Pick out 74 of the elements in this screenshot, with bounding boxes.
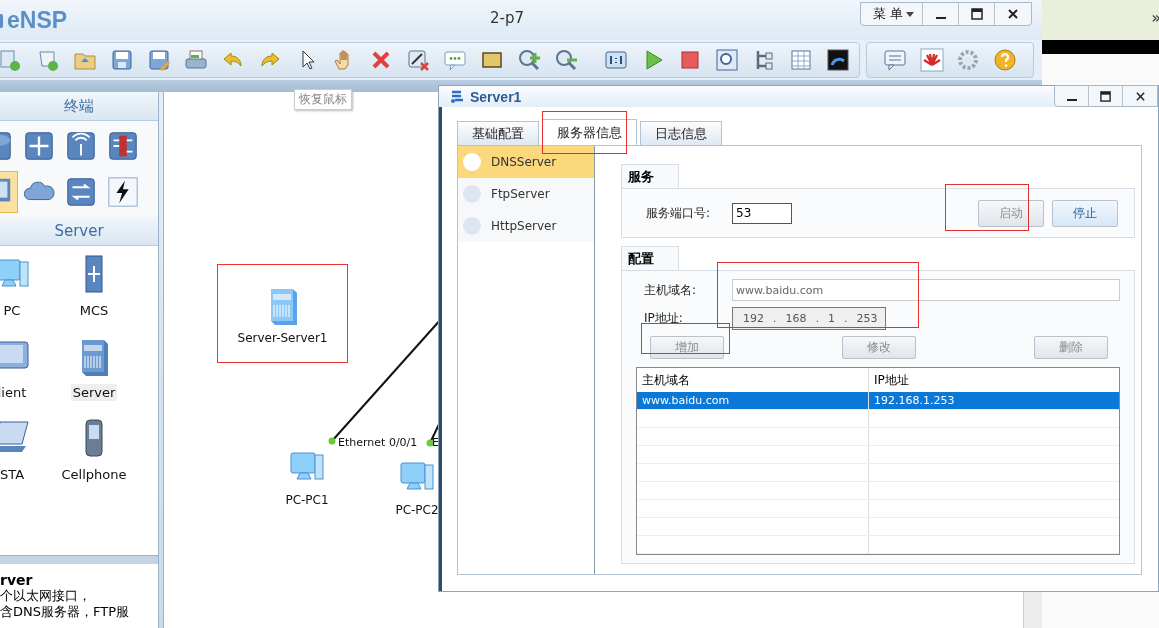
node-label: PC-PC1 xyxy=(285,493,329,507)
capture-icon[interactable] xyxy=(715,48,739,72)
window-title: 2-p7 xyxy=(490,9,525,27)
service-item[interactable]: FtpServer xyxy=(458,178,594,210)
screen-icon[interactable] xyxy=(826,48,850,72)
status-dot-icon xyxy=(463,153,481,171)
service-item[interactable]: DNSServer xyxy=(458,146,594,178)
table-row[interactable]: www.baidu.com 192.168.1.253 xyxy=(637,392,1119,410)
menu-button[interactable]: 菜 单 xyxy=(860,3,923,25)
domain-input[interactable]: www.baidu.com xyxy=(732,279,1120,301)
logo-icon[interactable] xyxy=(919,48,944,72)
device-label[interactable]: PC xyxy=(1,302,23,319)
close-icon xyxy=(1007,8,1019,20)
new-topology-icon[interactable] xyxy=(0,48,23,72)
printer-icon[interactable] xyxy=(184,48,208,72)
subcategory-header: Server xyxy=(0,217,158,246)
maximize-icon xyxy=(1100,90,1111,102)
actual-size-icon[interactable] xyxy=(604,48,628,72)
field-label: IP地址: xyxy=(644,310,684,327)
chat-icon[interactable] xyxy=(883,48,908,72)
section-title: 配置 xyxy=(621,246,679,270)
status-dot-icon xyxy=(463,185,481,203)
table-cell: www.baidu.com xyxy=(637,392,869,409)
stop-button[interactable]: 停止 xyxy=(1052,199,1118,227)
description-text: 个以太网接口， xyxy=(0,588,92,604)
service-item[interactable]: HttpServer xyxy=(458,210,594,242)
field-label: 主机域名: xyxy=(644,281,698,299)
tab[interactable]: 基础配置 xyxy=(457,121,539,145)
device-label[interactable]: Server xyxy=(70,384,118,401)
device-label[interactable]: Cellphone xyxy=(59,466,129,483)
delete-link-icon[interactable] xyxy=(406,48,430,72)
maximize-icon xyxy=(970,8,983,20)
service-name: DNSServer xyxy=(491,155,557,169)
save-icon[interactable] xyxy=(110,48,134,72)
service-name: HttpServer xyxy=(491,219,557,233)
table-cell-text: 192.168.1.253 xyxy=(873,393,956,409)
port-input[interactable]: 53 xyxy=(732,202,793,224)
device-label[interactable]: MCS xyxy=(77,302,111,319)
minimize-icon xyxy=(935,17,946,19)
server-app-icon xyxy=(449,88,465,105)
save-as-icon[interactable] xyxy=(147,48,171,72)
column-header[interactable]: IP地址 xyxy=(869,368,1119,392)
zoom-in-icon[interactable] xyxy=(517,48,541,72)
settings-icon[interactable] xyxy=(956,48,981,72)
ip-address-field[interactable]: 192 . 168 . 1 . 253 xyxy=(732,307,886,330)
tooltip: 恢复鼠标 xyxy=(294,89,352,110)
service-name: FtpServer xyxy=(491,187,550,201)
port-label: E xyxy=(432,436,439,449)
help-icon[interactable] xyxy=(992,48,1017,72)
status-dot-icon xyxy=(463,217,481,235)
stop-icon[interactable] xyxy=(678,48,702,72)
speech-bubble-icon[interactable] xyxy=(443,48,467,72)
tab[interactable]: 日志信息 xyxy=(640,121,722,145)
port-label: Ethernet 0/0/1 xyxy=(338,436,418,449)
device-label[interactable]: STA xyxy=(0,466,27,483)
port-status-dot xyxy=(328,437,336,445)
dialog-title: Server1 xyxy=(470,88,522,105)
minimize-icon xyxy=(1066,99,1077,101)
category-header: 终端 xyxy=(0,92,158,121)
scroll-icon[interactable] xyxy=(36,48,60,72)
port-status-dot xyxy=(426,439,434,447)
node-label: Server-Server1 xyxy=(237,330,328,345)
grid-icon[interactable] xyxy=(789,48,813,72)
zoom-out-icon[interactable] xyxy=(554,48,578,72)
close-icon xyxy=(1134,90,1146,102)
device-label[interactable]: lient xyxy=(0,384,29,401)
node-label: PC-PC2 xyxy=(395,503,439,517)
description-title: rver xyxy=(0,572,34,588)
field-label: 服务端口号: xyxy=(646,204,711,222)
chevron[interactable]: » xyxy=(1151,8,1159,27)
app-name: eNSP xyxy=(7,6,68,34)
caret-icon xyxy=(906,11,914,17)
section-title: 服务 xyxy=(621,164,679,188)
description-text: 含DNS服务器，FTP服 xyxy=(0,604,131,620)
